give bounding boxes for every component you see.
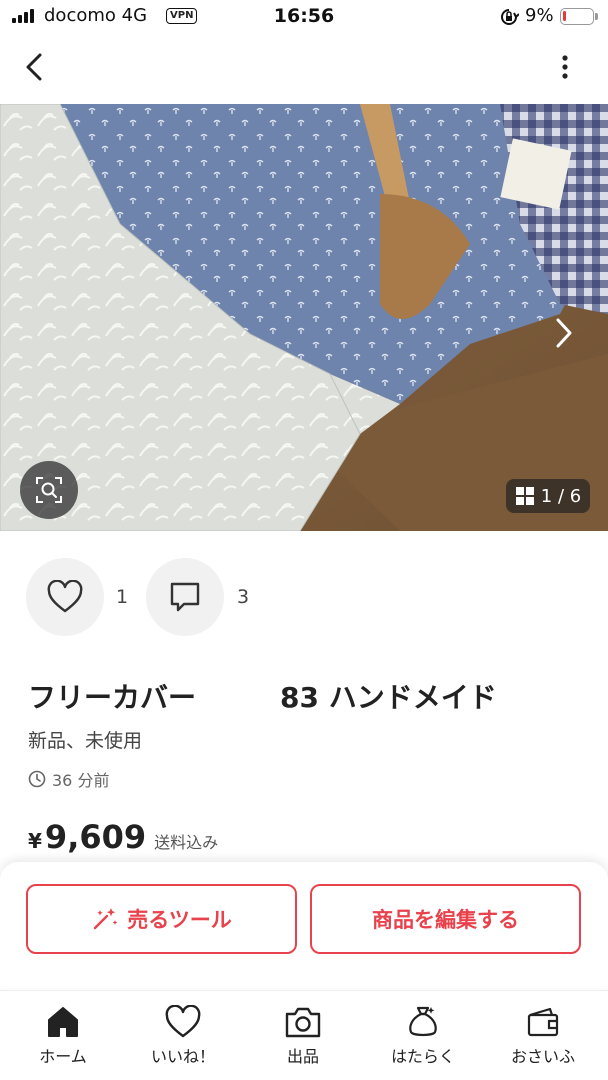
price: ¥9,609 <box>28 818 147 856</box>
tab-label: いいね！ <box>150 1047 215 1066</box>
comment-icon <box>170 582 200 612</box>
more-vertical-icon <box>562 55 568 79</box>
clock-icon <box>28 770 46 788</box>
item-title: フリーカバー 83 ハンドメイド <box>28 681 497 714</box>
tab-label: 出品 <box>286 1047 319 1066</box>
back-button[interactable] <box>18 50 52 84</box>
image-search-button[interactable] <box>20 461 78 519</box>
tab-label: はたらく <box>391 1047 455 1066</box>
tab-label: おさいふ <box>510 1047 575 1066</box>
sell-tool-button[interactable]: 売るツール <box>26 884 297 954</box>
price-row: ¥9,609 送料込み <box>28 818 218 856</box>
sell-tool-label: 売るツール <box>127 908 232 932</box>
rotation-lock-icon <box>501 9 519 25</box>
edit-item-button[interactable]: 商品を編集する <box>310 884 581 954</box>
shipping-label: 送料込み <box>154 833 219 852</box>
tab-wallet[interactable]: おさいふ <box>493 1005 593 1067</box>
money-bag-icon <box>409 1006 437 1037</box>
tab-label: ホーム <box>39 1047 87 1066</box>
status-bar: docomo 4G VPN 16:56 9% <box>0 0 608 34</box>
posted-time-label: 36 分前 <box>52 771 110 790</box>
like-count: 1 <box>116 586 129 608</box>
chevron-left-icon <box>26 53 42 81</box>
magic-wand-icon <box>94 908 118 930</box>
camera-icon <box>285 1007 321 1038</box>
item-photo[interactable] <box>0 104 608 531</box>
scan-search-icon <box>36 477 62 503</box>
comment-button[interactable] <box>146 558 224 636</box>
like-button[interactable] <box>26 558 104 636</box>
heart-icon <box>165 1005 201 1038</box>
chevron-right-icon[interactable] <box>552 316 576 350</box>
product-image <box>0 104 608 531</box>
comment-count: 3 <box>237 586 250 608</box>
home-icon <box>48 1007 78 1037</box>
photo-counter[interactable]: 1 / 6 <box>506 479 590 513</box>
battery-icon <box>560 8 598 25</box>
item-condition: 新品、未使用 <box>28 730 143 752</box>
posted-time: 36 分前 <box>28 767 109 791</box>
tab-likes[interactable]: いいね！ <box>133 1005 233 1067</box>
tab-sell[interactable]: 出品 <box>253 1005 353 1067</box>
battery-percentage: 9% <box>525 5 554 26</box>
tab-home[interactable]: ホーム <box>13 1005 113 1067</box>
grid-icon <box>515 487 534 505</box>
tab-bar: ホーム いいね！ 出品 はたらく おさいふ <box>0 990 608 1080</box>
photo-counter-label: 1 / 6 <box>540 485 582 507</box>
edit-item-label: 商品を編集する <box>372 908 519 932</box>
action-bar: 売るツール 商品を編集する <box>0 862 608 988</box>
heart-icon <box>47 580 83 613</box>
more-options-button[interactable] <box>550 50 580 84</box>
tab-work[interactable]: はたらく <box>373 1005 473 1067</box>
wallet-icon <box>527 1007 559 1037</box>
